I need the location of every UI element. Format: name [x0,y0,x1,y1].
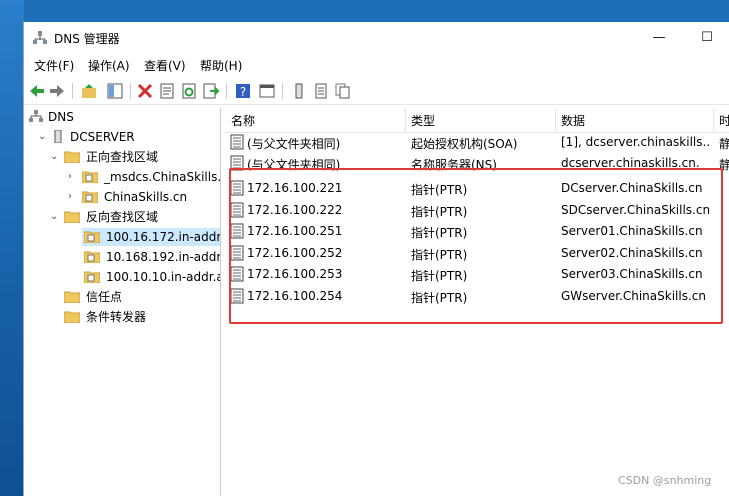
minimize-button[interactable]: — [644,28,674,48]
chevron-down-icon[interactable]: ⌄ [50,148,60,166]
tree-label: DCSERVER [70,130,135,144]
chevron-right-icon[interactable]: › [68,168,78,186]
column-separator[interactable] [405,108,406,132]
refresh-icon[interactable] [180,82,198,100]
tree-label: 信任点 [86,290,123,304]
folder-icon [64,211,80,223]
properties-icon[interactable] [158,82,176,100]
tree-label: 10.168.192.in-addr.arpa [106,250,221,264]
record-data: [1], dcserver.chinaskills.... [561,135,711,149]
folder-icon [64,151,80,163]
zone-icon [82,191,98,203]
zone-icon [84,231,100,243]
column-header-data[interactable]: 数据 [561,112,585,129]
toolbar-separator [72,83,73,99]
menu-view[interactable]: 查看(V) [144,57,186,74]
tree-node-reverse-zone-172[interactable]: 100.16.172.in-addr.arpa [82,228,221,246]
chevron-down-icon[interactable]: ⌄ [38,128,48,146]
toolbar-separator [130,83,131,99]
up-folder-icon[interactable] [80,82,98,100]
record-icon [230,134,244,150]
tree-node-msdcs[interactable]: › _msdcs.ChinaSkills.cn [68,168,221,186]
menu-help[interactable]: 帮助(H) [200,57,242,74]
menu-bar: 文件(F) 操作(A) 查看(V) 帮助(H) [24,54,729,76]
menu-file[interactable]: 文件(F) [34,57,74,74]
folder-icon [64,311,80,323]
tree-node-reverse-zone-10[interactable]: 100.10.10.in-addr.arpa [82,268,220,286]
toolbar-separator [282,83,283,99]
export-icon[interactable] [202,82,220,100]
server-icon [54,130,62,143]
tree-label: _msdcs.ChinaSkills.cn [104,170,221,184]
folder-icon [64,291,80,303]
list-header: 名称 类型 数据 时 [225,108,729,133]
tree-label: 正向查找区域 [86,150,159,164]
console-icon[interactable] [258,82,276,100]
chevron-down-icon[interactable]: ⌄ [50,208,60,226]
desktop-background [0,0,24,496]
menu-action[interactable]: 操作(A) [88,57,130,74]
server-icon[interactable] [290,82,308,100]
console-tree: DNS ⌄ DCSERVER ⌄ 正向查找区域 › _msdcs.ChinaSk… [24,108,221,496]
svg-text:?: ? [240,85,246,99]
tree-node-server[interactable]: ⌄ DCSERVER [38,128,218,146]
dns-icon [29,110,43,122]
column-separator[interactable] [555,108,556,132]
forward-icon[interactable] [48,82,66,100]
toolbar-separator [226,83,227,99]
tree-node-chinaskills[interactable]: › ChinaSkills.cn [68,188,218,206]
zone-icon [84,271,100,283]
column-header-name[interactable]: 名称 [231,112,255,129]
dns-app-icon [33,31,47,44]
toolbar: ? [24,78,729,105]
tree-label: 反向查找区域 [86,210,159,224]
record-type: 起始授权机构(SOA) [411,137,518,151]
tree-label: 100.16.172.in-addr.arpa [106,230,221,244]
tree-node-trust-points[interactable]: 信任点 [64,288,218,306]
window-title: DNS 管理器 [54,32,120,46]
copy-records-icon[interactable] [334,82,352,100]
column-header-timestamp[interactable]: 时 [719,112,729,129]
show-tree-icon[interactable] [106,82,124,100]
record-icon[interactable] [312,82,330,100]
tree-label: 条件转发器 [86,310,147,324]
tree-node-conditional-forwarders[interactable]: 条件转发器 [64,308,218,326]
zone-icon [84,251,100,263]
table-row[interactable]: (与父文件夹相同) 起始授权机构(SOA) [1], dcserver.chinas… [225,132,729,153]
tree-label: ChinaSkills.cn [104,190,188,204]
record-name: (与父文件夹相同) [247,137,341,151]
chevron-right-icon[interactable]: › [68,188,78,206]
back-icon[interactable] [28,82,46,100]
column-separator[interactable] [713,108,714,132]
tree-label: 100.10.10.in-addr.arpa [106,270,220,284]
tree-label: DNS [48,110,74,124]
zone-icon [82,171,98,183]
record-timestamp: 静 [719,137,729,151]
tree-node-dns[interactable]: DNS [28,108,218,126]
tree-node-reverse-zones[interactable]: ⌄ 反向查找区域 [50,208,218,226]
delete-icon[interactable] [136,82,154,100]
annotation-highlight-box [229,168,723,324]
tree-node-forward-zones[interactable]: ⌄ 正向查找区域 [50,148,218,166]
tree-node-reverse-zone-192[interactable]: 10.168.192.in-addr.arpa [82,248,221,266]
help-icon[interactable]: ? [234,82,252,100]
maximize-button[interactable]: ☐ [692,28,722,48]
column-header-type[interactable]: 类型 [411,112,435,129]
watermark: CSDN @snhming [618,474,712,487]
title-bar[interactable]: DNS 管理器 — ☐ [24,22,729,54]
